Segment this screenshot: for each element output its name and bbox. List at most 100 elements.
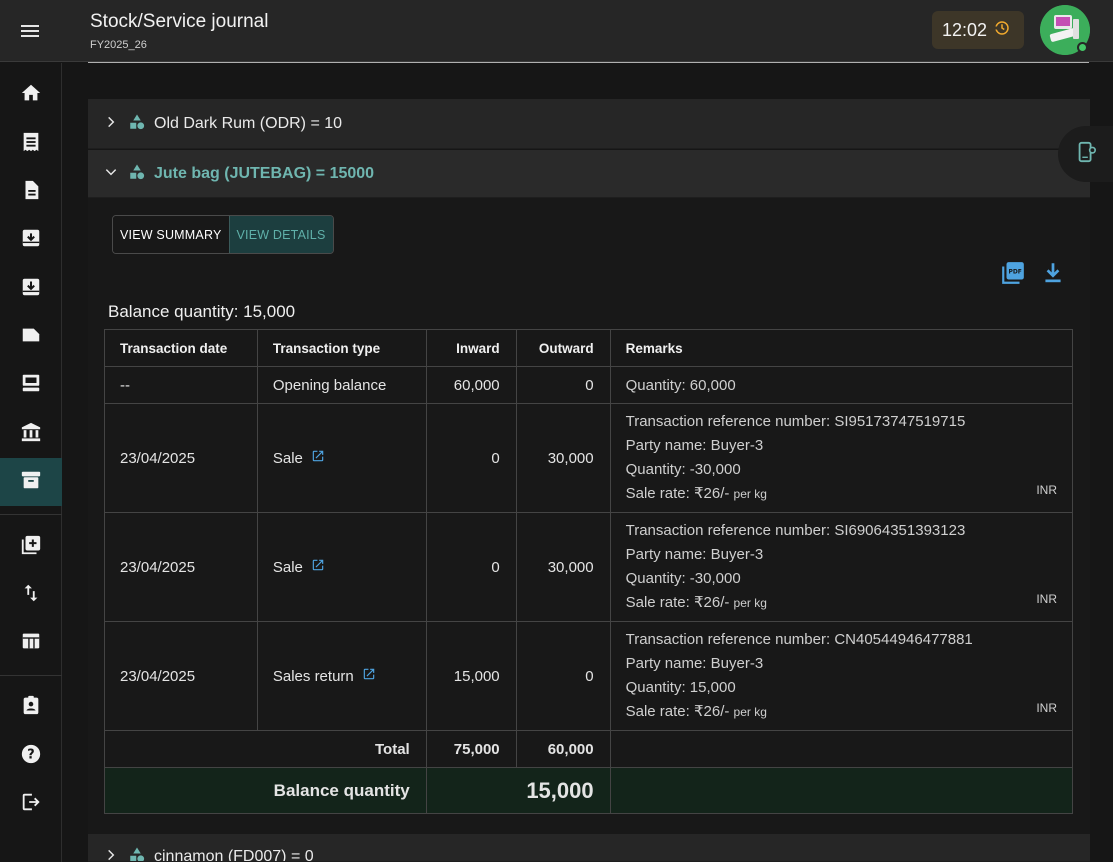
inward-value: 0	[425, 403, 517, 513]
view-details-button[interactable]: VIEW DETAILS	[228, 216, 333, 253]
sale-rate: Sale rate: ₹26/- per kg	[626, 591, 1072, 615]
sidebar-item-home[interactable]	[0, 71, 62, 119]
stock-item-jutebag[interactable]: Jute bag (JUTEBAG) = 15000	[88, 150, 1090, 198]
clock-widget[interactable]: 12:02	[932, 11, 1024, 49]
transaction-date: --	[104, 366, 258, 404]
open-in-new-icon[interactable]	[362, 667, 376, 685]
stock-item-label: Old Dark Rum (ODR) = 10	[154, 115, 343, 132]
sidebar-item-logout[interactable]	[0, 780, 62, 828]
transaction-date: 23/04/2025	[104, 403, 258, 513]
total-row: Total 75,000 60,000	[104, 730, 1074, 768]
transaction-date: 23/04/2025	[104, 621, 258, 731]
accordion-header[interactable]: cinnamon (FD007) = 0	[88, 834, 1090, 862]
quantity: Quantity: 15,000	[625, 679, 736, 696]
side-panel-toggle[interactable]	[1058, 126, 1113, 182]
transaction-type-cell: Sale	[256, 512, 427, 622]
open-in-new-icon[interactable]	[311, 558, 325, 576]
column-header: Outward	[515, 329, 611, 367]
sidebar-item-table[interactable]	[0, 619, 62, 667]
transactions-table: Transaction date Transaction type Inward…	[104, 329, 1074, 814]
assignment-icon	[20, 694, 42, 721]
transaction-type: Opening balance	[256, 366, 427, 404]
sync-icon	[993, 19, 1011, 42]
stock-item-odr[interactable]: Old Dark Rum (ODR) = 10	[88, 99, 1090, 149]
sidebar-item-add[interactable]	[0, 523, 62, 571]
accordion-header[interactable]: Old Dark Rum (ODR) = 10	[88, 99, 1090, 149]
sale-rate-value: Sale rate: ₹26/-	[625, 594, 730, 611]
sale-rate-value: Sale rate: ₹26/-	[625, 703, 730, 720]
transaction-type-cell: Sale	[256, 403, 427, 513]
table-icon	[20, 630, 42, 657]
column-header: Inward	[425, 329, 517, 367]
party-name: Party name: Buyer-3	[625, 437, 764, 454]
archive-icon	[20, 469, 42, 496]
table-row: 23/04/2025 Sale 0 30,000 Transaction ref…	[104, 403, 1074, 513]
stock-details-panel: VIEW SUMMARY VIEW DETAILS PDF Balance qu…	[88, 198, 1090, 834]
sale-rate: Sale rate: ₹26/- per kg	[626, 700, 1072, 724]
inward-value: 60,000	[425, 366, 517, 404]
column-header: Remarks	[609, 329, 1074, 367]
sidebar-item-assignment[interactable]	[0, 683, 62, 731]
table-row: 23/04/2025 Sales return 15,000 0 Transac…	[104, 621, 1074, 731]
category-icon	[128, 163, 146, 186]
total-outward: 60,000	[515, 730, 611, 768]
download-icon[interactable]	[1040, 260, 1066, 286]
sidebar-item-labels[interactable]	[0, 313, 62, 361]
column-header: Transaction type	[256, 329, 427, 367]
chevron-right-icon	[104, 848, 118, 862]
document-icon	[20, 179, 42, 206]
balance-quantity-summary: Balance quantity: 15,000	[108, 302, 296, 321]
sidebar-item-receipts[interactable]	[0, 120, 62, 168]
table-row: -- Opening balance 60,000 0 Quantity: 60…	[104, 366, 1074, 404]
transaction-type: Sale	[272, 558, 303, 576]
transaction-type-cell: Sales return	[256, 621, 427, 731]
inbox-out-icon	[20, 276, 42, 303]
point-of-sale-icon	[20, 372, 42, 399]
currency-label: INR	[1036, 701, 1057, 715]
bank-icon	[20, 421, 42, 448]
inbox-in-icon	[20, 227, 42, 254]
sidebar-item-documents[interactable]	[0, 168, 62, 216]
sidebar-divider	[0, 514, 62, 515]
balance-row: Balance quantity 15,000	[104, 767, 1074, 814]
sidebar-item-inward[interactable]	[0, 216, 62, 264]
accordion-header[interactable]: Jute bag (JUTEBAG) = 15000	[88, 150, 1090, 198]
open-in-new-icon[interactable]	[311, 449, 325, 467]
table-header-row: Transaction date Transaction type Inward…	[104, 329, 1074, 367]
svg-text:PDF: PDF	[1008, 269, 1021, 276]
sale-rate-value: Sale rate: ₹26/-	[625, 485, 730, 502]
category-icon	[128, 846, 146, 861]
sidebar-item-pos[interactable]	[0, 361, 62, 409]
chevron-right-icon	[104, 115, 118, 134]
outward-value: 30,000	[515, 512, 611, 622]
sidebar-item-outward[interactable]	[0, 265, 62, 313]
category-icon	[128, 113, 146, 136]
balance-value: 15,000	[425, 767, 611, 814]
balance-remarks	[609, 767, 1074, 814]
view-summary-button[interactable]: VIEW SUMMARY	[113, 216, 229, 253]
sidebar-item-bank[interactable]	[0, 410, 62, 458]
stock-item-cinnamon[interactable]: cinnamon (FD007) = 0	[88, 834, 1090, 862]
online-status-dot	[1077, 42, 1088, 53]
rate-unit: per kg	[733, 705, 767, 719]
pdf-icon[interactable]: PDF	[1000, 260, 1026, 286]
stock-item-label: cinnamon (FD007) = 0	[154, 848, 314, 862]
mobile-settings-icon	[1075, 141, 1097, 168]
logout-icon	[20, 791, 42, 818]
reference-number: Transaction reference number: SI69064351…	[625, 522, 966, 539]
sidebar-item-stock[interactable]	[0, 458, 62, 506]
sidebar: ?	[0, 63, 62, 862]
rate-unit: per kg	[733, 596, 767, 610]
add-box-icon	[20, 534, 42, 561]
transaction-date: 23/04/2025	[104, 512, 258, 622]
transaction-type: Sale	[272, 449, 303, 467]
header-divider	[88, 62, 1089, 63]
total-remarks	[609, 730, 1074, 768]
balance-label: Balance quantity	[104, 767, 427, 814]
sidebar-item-transfer[interactable]	[0, 571, 62, 619]
sidebar-item-help[interactable]: ?	[0, 732, 62, 780]
page-title: Stock/Service journal	[90, 11, 269, 32]
menu-icon[interactable]	[18, 19, 42, 43]
outward-value: 30,000	[515, 403, 611, 513]
total-label: Total	[104, 730, 427, 768]
